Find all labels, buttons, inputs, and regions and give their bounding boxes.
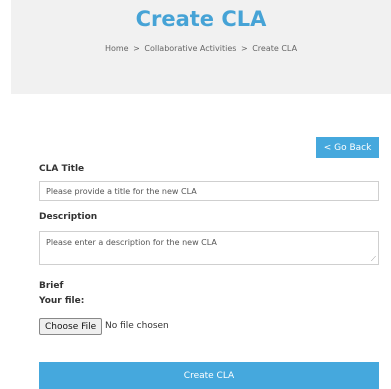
cla-title-label: CLA Title [39,164,85,174]
breadcrumb-home[interactable]: Home [105,44,129,53]
choose-file-button[interactable]: Choose File [39,318,103,335]
resize-handle-icon[interactable]: ⟋ [371,256,377,263]
breadcrumb-collaborative-activities[interactable]: Collaborative Activities [144,44,236,53]
breadcrumb-separator: > [240,44,248,53]
description-textarea[interactable] [39,231,379,265]
go-back-button[interactable]: < Go Back [316,137,379,158]
page-header: Create CLA Home > Collaborative Activiti… [11,0,391,94]
your-file-label: Your file: [39,296,85,306]
file-status: No file chosen [105,321,169,331]
cla-title-input[interactable] [39,181,379,201]
create-cla-button[interactable]: Create CLA [39,362,379,389]
page-title: Create CLA [135,7,267,31]
breadcrumb-current: Create CLA [252,44,298,53]
description-label: Description [39,212,98,222]
breadcrumb-separator: > [133,44,140,53]
brief-label: Brief [39,281,64,291]
breadcrumb: Home > Collaborative Activities > Create… [11,44,391,53]
